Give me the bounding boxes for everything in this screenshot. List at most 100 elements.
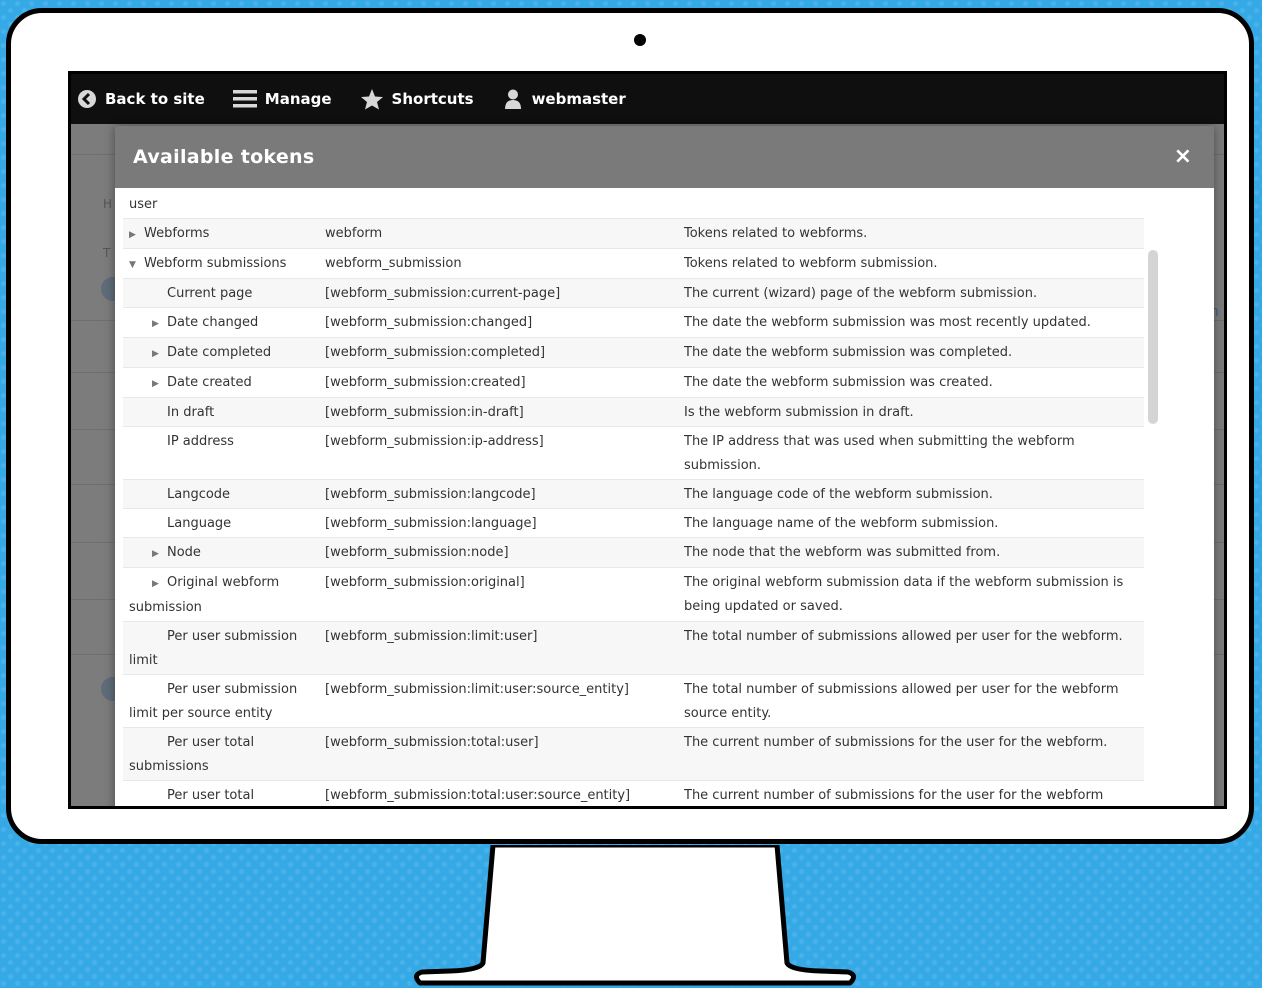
token-name: Date changed xyxy=(167,315,259,330)
token-row[interactable]: ▼ Webform submissions webform_submission To… xyxy=(123,248,1145,279)
token-name: Date completed xyxy=(167,345,272,360)
token-name: Node xyxy=(167,545,201,560)
token-name: Current page xyxy=(167,286,253,301)
token-row: user xyxy=(123,190,1145,219)
token-row[interactable]: ▶ Node [webform_submission:node] The node t… xyxy=(123,537,1145,568)
token-description: Tokens related to webforms. xyxy=(678,218,1145,249)
token-name: Per user submission limit xyxy=(129,629,298,668)
token-value[interactable]: [webform_submission:current-page] xyxy=(319,278,678,308)
token-description: The date the webform submission was most… xyxy=(678,307,1145,338)
token-name-cell: ▶ Webforms xyxy=(123,218,319,249)
token-name-cell: Current page xyxy=(123,278,319,308)
token-row: Per user total submissions [webform_submi… xyxy=(123,727,1145,781)
token-name-cell: ▼ Webform submissions xyxy=(123,248,319,279)
caret-down-icon[interactable]: ▼ xyxy=(129,253,139,277)
token-value[interactable]: [webform_submission:created] xyxy=(319,367,678,398)
token-name-cell: ▶ Original webform submission xyxy=(123,567,319,622)
token-description: Is the webform submission in draft. xyxy=(678,397,1145,427)
token-name-cell: Langcode xyxy=(123,479,319,509)
token-value[interactable]: webform xyxy=(319,218,678,249)
token-name-cell: Per user submission limit per source ent… xyxy=(123,674,319,728)
token-name: In draft xyxy=(167,405,215,420)
token-value[interactable]: [webform_submission:completed] xyxy=(319,337,678,368)
token-row[interactable]: ▶ Date completed [webform_submission:compl… xyxy=(123,337,1145,368)
caret-right-icon[interactable]: ▶ xyxy=(152,542,162,566)
token-name-cell: ▶ Node xyxy=(123,537,319,568)
manage-menu-button[interactable]: Manage xyxy=(232,88,332,110)
scrollbar-track[interactable] xyxy=(1144,188,1162,806)
shortcuts-menu-button[interactable]: Shortcuts xyxy=(360,88,474,110)
token-name: Language xyxy=(167,516,232,531)
token-name-cell: user xyxy=(123,190,319,219)
token-row: IP address [webform_submission:ip-address… xyxy=(123,426,1145,480)
manage-label: Manage xyxy=(264,90,332,108)
token-value[interactable]: [webform_submission:langcode] xyxy=(319,479,678,509)
caret-right-icon[interactable]: ▶ xyxy=(129,223,139,247)
user-menu-button[interactable]: webmaster xyxy=(502,88,626,110)
token-value[interactable] xyxy=(319,190,678,219)
token-name-cell: Language xyxy=(123,508,319,538)
token-name-cell: ▶ Date changed xyxy=(123,307,319,338)
token-value[interactable]: [webform_submission:in-draft] xyxy=(319,397,678,427)
dialog-title: Available tokens xyxy=(133,146,315,168)
token-row[interactable]: ▶ Original webform submission [webform_sub… xyxy=(123,567,1145,622)
token-table: user ▶ Webforms webform Tokens related to we… xyxy=(123,190,1145,806)
token-description: The total number of submissions allowed … xyxy=(678,621,1145,675)
caret-right-icon[interactable]: ▶ xyxy=(152,312,162,336)
bg-letter: H xyxy=(103,197,113,211)
star-icon xyxy=(360,89,383,110)
token-value[interactable]: [webform_submission:limit:user:source_en… xyxy=(319,674,678,728)
token-description: The current (wizard) page of the webform… xyxy=(678,278,1145,308)
token-row[interactable]: ▶ Date changed [webform_submission:changed… xyxy=(123,307,1145,338)
token-row[interactable]: ▶ Date created [webform_submission:created… xyxy=(123,367,1145,398)
token-value[interactable]: [webform_submission:limit:user] xyxy=(319,621,678,675)
token-description: The original webform submission data if … xyxy=(678,567,1145,622)
token-value[interactable]: [webform_submission:changed] xyxy=(319,307,678,338)
token-description: The date the webform submission was crea… xyxy=(678,367,1145,398)
dialog-header: Available tokens × xyxy=(115,126,1214,188)
token-description: Tokens related to webform submission. xyxy=(678,248,1145,279)
token-name-cell: ▶ Date completed xyxy=(123,337,319,368)
token-name-cell: ▶ Date created xyxy=(123,367,319,398)
token-value[interactable]: [webform_submission:total:user] xyxy=(319,727,678,781)
token-value[interactable]: [webform_submission:original] xyxy=(319,567,678,622)
dialog-body: user ▶ Webforms webform Tokens related to we… xyxy=(115,188,1214,806)
token-name-cell: Per user total submissions xyxy=(123,727,319,781)
available-tokens-dialog: Available tokens × user ▶ Webforms webform T… xyxy=(115,126,1214,806)
user-icon xyxy=(504,89,521,109)
token-row: Per user total submissions for source en… xyxy=(123,780,1145,806)
admin-toolbar: Back to site Manage Shortcuts webmaster xyxy=(71,74,1224,124)
token-name-cell: Per user total submissions for source en… xyxy=(123,780,319,806)
token-value[interactable]: [webform_submission:total:user:source_en… xyxy=(319,780,678,806)
monitor-stand xyxy=(414,845,856,986)
close-icon[interactable]: × xyxy=(1174,146,1192,168)
token-description: The language code of the webform submiss… xyxy=(678,479,1145,509)
token-name: Per user submission limit per source ent… xyxy=(129,682,298,721)
camera-dot xyxy=(634,34,646,46)
token-name-cell: IP address xyxy=(123,426,319,480)
token-name: Webforms xyxy=(144,226,210,241)
token-row: Per user submission limit per source ent… xyxy=(123,674,1145,728)
token-row[interactable]: ▶ Webforms webform Tokens related to webfor… xyxy=(123,218,1145,249)
token-name: Webform submissions xyxy=(144,256,287,271)
caret-right-icon[interactable]: ▶ xyxy=(152,572,162,596)
token-description: The IP address that was used when submit… xyxy=(678,426,1145,480)
token-description: The date the webform submission was comp… xyxy=(678,337,1145,368)
token-description: The language name of the webform submiss… xyxy=(678,508,1145,538)
token-name: user xyxy=(129,197,158,212)
token-row: Langcode [webform_submission:langcode] The… xyxy=(123,479,1145,509)
caret-right-icon[interactable]: ▶ xyxy=(152,342,162,366)
scrollbar-thumb[interactable] xyxy=(1148,250,1158,424)
token-description: The current number of submissions for th… xyxy=(678,727,1145,781)
token-value[interactable]: [webform_submission:node] xyxy=(319,537,678,568)
token-row: In draft [webform_submission:in-draft] Is … xyxy=(123,397,1145,427)
back-to-site-link[interactable]: Back to site xyxy=(77,89,205,109)
caret-right-icon[interactable]: ▶ xyxy=(152,372,162,396)
token-name-cell: In draft xyxy=(123,397,319,427)
token-name: Langcode xyxy=(167,487,231,502)
token-value[interactable]: [webform_submission:language] xyxy=(319,508,678,538)
token-value[interactable]: [webform_submission:ip-address] xyxy=(319,426,678,480)
token-name-cell: Per user submission limit xyxy=(123,621,319,675)
token-value[interactable]: webform_submission xyxy=(319,248,678,279)
user-label: webmaster xyxy=(531,90,626,108)
